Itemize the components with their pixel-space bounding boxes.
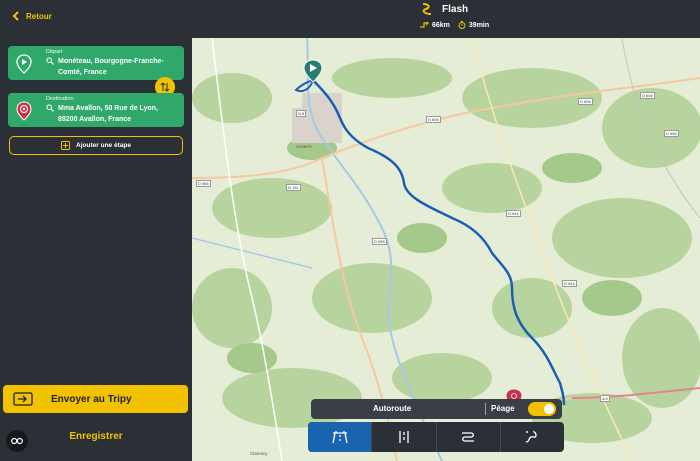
departure-address: Monéteau, Bourgogne-Franche-Comté, Franc… [58, 58, 164, 76]
route-mode-selector [308, 422, 564, 452]
mode-highway-button[interactable] [308, 422, 373, 452]
map-road-label: D 606 [578, 98, 593, 105]
peage-label: Péage [491, 404, 515, 413]
help-fab-button[interactable] [6, 430, 28, 452]
top-bar: Retour Flash 66km 39min [0, 0, 700, 38]
back-button[interactable]: Retour [12, 11, 52, 21]
distance-stat: 66km [420, 21, 450, 29]
map-road-label: D 965 [664, 130, 679, 137]
send-label: Envoyer au Tripy [51, 393, 132, 405]
map-label-town: Clamecy [250, 451, 268, 456]
destination-card[interactable]: Destination Mma Avallon, 50 Rue de Lyon,… [8, 93, 184, 127]
map-road-label: N 6 [296, 110, 307, 117]
route-title: Flash [442, 3, 469, 15]
send-device-icon [13, 392, 33, 406]
route-summary: Flash 66km 39min [420, 2, 540, 29]
swap-icon [160, 82, 170, 92]
search-icon [46, 104, 54, 112]
map-road-label: D 606 [640, 92, 655, 99]
curvy-mode-icon [462, 432, 475, 442]
add-step-button[interactable]: Ajouter une étape [9, 136, 183, 155]
departure-label: Départ [46, 49, 63, 55]
departure-pin-icon [16, 54, 32, 74]
map-road-label: A 6 [600, 395, 610, 402]
destination-label: Destination [46, 96, 74, 102]
autoroute-label: Autoroute [373, 404, 412, 413]
save-button[interactable]: Enregistrer [0, 426, 192, 446]
peage-toggle[interactable] [528, 402, 556, 416]
stopwatch-icon [458, 21, 466, 29]
map-road-label: D 965 [372, 238, 387, 245]
send-to-tripy-button[interactable]: Envoyer au Tripy [3, 385, 188, 413]
distance-value: 66km [432, 21, 450, 29]
map-road-label: N 151 [286, 184, 301, 191]
duration-stat: 39min [458, 21, 489, 29]
add-icon [61, 141, 71, 150]
route-options-bar: Autoroute Péage [311, 399, 562, 419]
left-panel: Départ Monéteau, Bourgogne-Franche-Comté… [0, 38, 192, 461]
glasses-icon [11, 437, 23, 445]
start-marker-icon [303, 59, 323, 83]
map-road-label: D 965 [196, 180, 211, 187]
divider [485, 403, 486, 415]
mode-road-button[interactable] [372, 422, 437, 452]
distance-icon [420, 21, 429, 28]
map-road-label: D 944 [562, 280, 577, 287]
departure-card[interactable]: Départ Monéteau, Bourgogne-Franche-Comté… [8, 46, 184, 80]
mode-winding-button[interactable] [501, 422, 564, 452]
map-road-label: D 944 [506, 210, 521, 217]
map-road-label: D 606 [426, 116, 441, 123]
highway-mode-icon [331, 431, 348, 444]
route-type-icon [422, 3, 432, 15]
destination-address: Mma Avallon, 50 Rue de Lyon, 89200 Avall… [58, 105, 158, 123]
chevron-left-icon [12, 11, 19, 21]
destination-pin-icon [16, 101, 32, 121]
toggle-knob [544, 404, 554, 414]
road-mode-icon [399, 431, 409, 443]
save-label: Enregistrer [69, 430, 123, 442]
map-canvas [192, 38, 700, 461]
duration-value: 39min [468, 21, 490, 29]
search-icon [46, 57, 54, 65]
map-label-town: Auxerre [296, 144, 312, 149]
winding-mode-icon [526, 430, 538, 443]
mode-curvy-button[interactable] [437, 422, 501, 452]
back-label: Retour [26, 11, 52, 21]
add-step-label: Ajouter une étape [76, 142, 131, 149]
map-view[interactable]: Auxerre Clamecy D 965 N 151 D 606 D 944 … [192, 38, 700, 461]
